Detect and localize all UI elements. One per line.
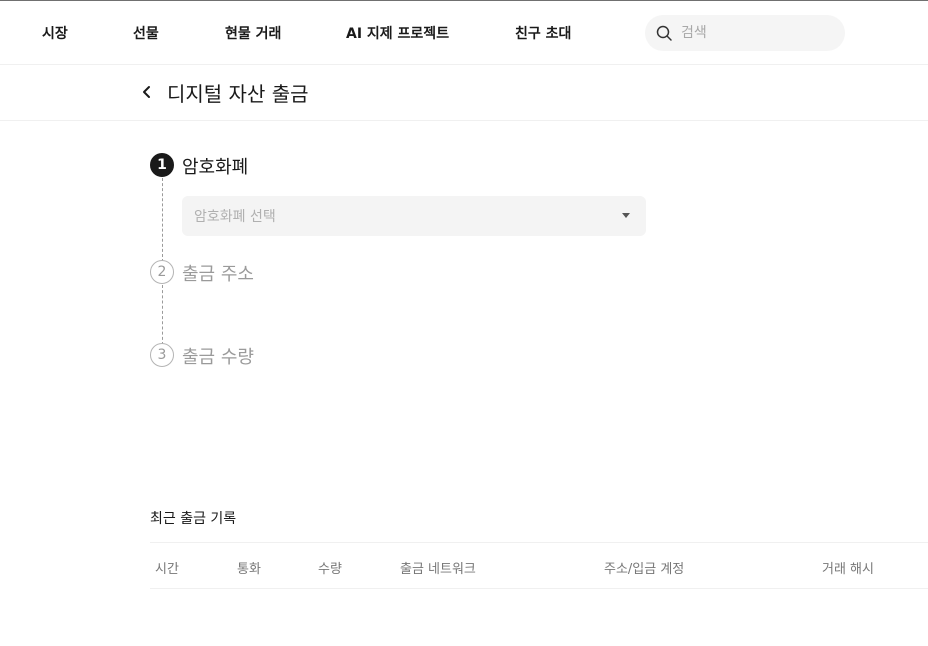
coin-select-placeholder: 암호화폐 선택	[194, 209, 276, 225]
column-header-time: 시간	[155, 562, 179, 577]
step-3-number: 3	[150, 343, 174, 367]
column-header-address: 주소/입금 계정	[604, 562, 685, 577]
step-1-number: 1	[150, 153, 174, 177]
nav-item-market[interactable]: 시장	[42, 23, 68, 43]
nav-item-invite-friends[interactable]: 친구 초대	[515, 23, 571, 43]
step-2-number: 2	[150, 260, 174, 284]
column-header-network: 출금 네트워크	[400, 562, 476, 577]
step-3-label: 출금 수량	[182, 347, 254, 368]
step-2-label: 출금 주소	[182, 264, 254, 285]
search-box[interactable]	[645, 15, 845, 51]
column-header-currency: 통화	[237, 562, 261, 577]
history-table-header: 시간 통화 수량 출금 네트워크 주소/입금 계정 거래 해시	[150, 542, 928, 589]
step-connector	[162, 285, 163, 345]
search-icon	[656, 25, 672, 41]
top-navigation-bar: 시장 선물 현물 거래 AI 지제 프로젝트 친구 초대	[0, 0, 928, 65]
nav-item-futures[interactable]: 선물	[133, 23, 159, 43]
column-header-amount: 수량	[318, 562, 342, 577]
page-title: 디지털 자산 출금	[167, 82, 309, 106]
chevron-left-icon[interactable]	[138, 82, 154, 102]
step-1-label: 암호화폐	[182, 157, 249, 178]
history-section-title: 최근 출금 기록	[150, 511, 237, 527]
caret-down-icon	[622, 213, 630, 218]
page-header: 디지털 자산 출금	[0, 65, 928, 121]
step-connector	[162, 178, 163, 262]
search-input[interactable]	[681, 15, 831, 51]
nav-item-ai-project[interactable]: AI 지제 프로젝트	[346, 23, 449, 43]
nav-item-spot-trading[interactable]: 현물 거래	[225, 23, 281, 43]
column-header-tx-hash: 거래 해시	[822, 562, 874, 577]
coin-select-dropdown[interactable]: 암호화폐 선택	[182, 196, 646, 236]
